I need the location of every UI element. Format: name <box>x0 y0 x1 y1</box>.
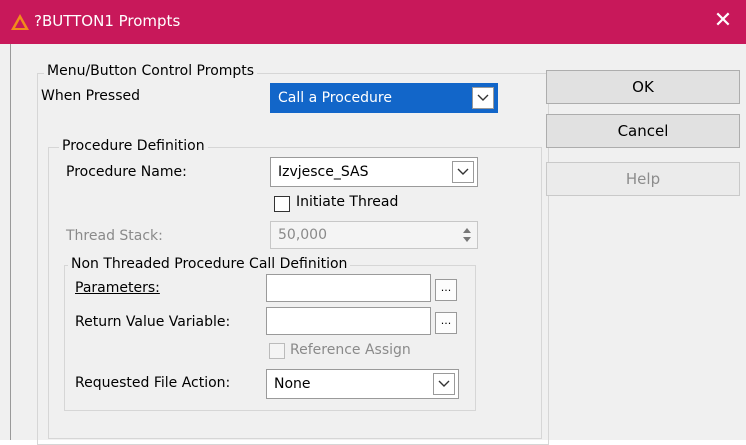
chevron-down-icon[interactable] <box>472 87 494 109</box>
help-button[interactable]: Help <box>546 162 740 196</box>
cancel-button[interactable]: Cancel <box>546 114 740 148</box>
when-pressed-label: When Pressed <box>41 88 140 104</box>
requested-file-action-label: Requested File Action: <box>75 375 231 391</box>
close-button[interactable]: ✕ <box>700 0 746 44</box>
ok-button[interactable]: OK <box>546 70 740 104</box>
when-pressed-select[interactable]: Call a Procedure <box>270 83 498 113</box>
initiate-thread-label[interactable]: Initiate Thread <box>296 194 398 210</box>
non-threaded-call-legend: Non Threaded Procedure Call Definition <box>68 256 351 272</box>
chevron-down-icon[interactable] <box>433 373 455 395</box>
reference-assign-checkbox[interactable] <box>269 343 285 359</box>
procedure-name-value: Izvjesce_SAS <box>278 164 369 180</box>
procedure-name-select[interactable]: Izvjesce_SAS <box>270 157 478 187</box>
return-value-label: Return Value Variable: <box>75 314 231 330</box>
procedure-name-label: Procedure Name: <box>66 164 187 180</box>
menu-button-control-legend: Menu/Button Control Prompts <box>44 63 258 79</box>
chevron-down-icon[interactable] <box>452 161 474 183</box>
thread-stack-input[interactable]: 50,000 <box>270 221 478 249</box>
prompts-dialog: ?BUTTON1 Prompts ✕ Menu/Button Control P… <box>0 0 746 445</box>
return-value-lookup-button[interactable]: ... <box>435 312 457 334</box>
parameters-lookup-button[interactable]: ... <box>435 279 457 301</box>
procedure-definition-legend: Procedure Definition <box>59 138 208 154</box>
when-pressed-value: Call a Procedure <box>278 90 392 106</box>
title-bar: ?BUTTON1 Prompts ✕ <box>0 0 746 44</box>
close-icon: ✕ <box>713 8 733 33</box>
requested-file-action-value: None <box>274 376 311 392</box>
requested-file-action-select[interactable]: None <box>266 369 459 399</box>
window-title: ?BUTTON1 Prompts <box>34 12 181 30</box>
initiate-thread-checkbox[interactable] <box>274 196 290 212</box>
parameters-label: Parameters: <box>75 280 160 296</box>
parameters-input[interactable] <box>266 274 431 302</box>
reference-assign-label[interactable]: Reference Assign <box>290 342 411 358</box>
app-icon <box>11 14 29 30</box>
thread-stack-label: Thread Stack: <box>66 228 163 244</box>
thread-stack-value: 50,000 <box>278 227 327 243</box>
spin-updown-icon[interactable] <box>459 224 475 246</box>
return-value-input[interactable] <box>266 307 431 335</box>
